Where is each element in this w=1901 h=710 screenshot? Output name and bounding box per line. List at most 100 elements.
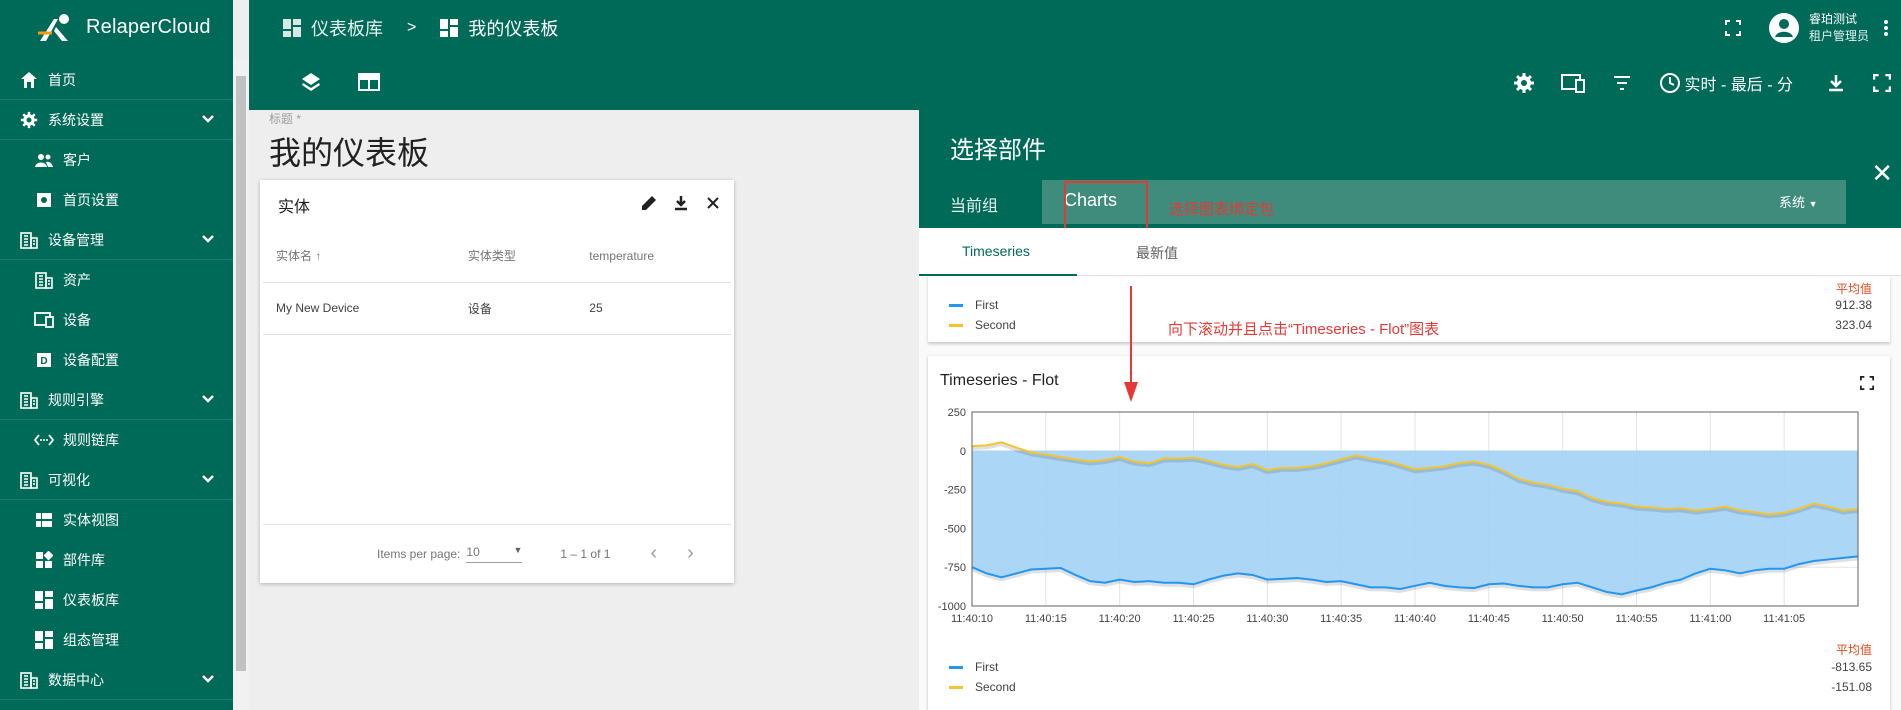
filter-icon[interactable] (1611, 72, 1633, 94)
sidebar-item[interactable]: 规则引擎 (0, 380, 233, 420)
timeseries-flot-card[interactable]: Timeseries - Flot 250 0 -250 -500 -750 -1000 1… (928, 356, 1890, 710)
column-header-temperature[interactable]: temperature (576, 230, 731, 283)
column-header-name[interactable]: 实体名 ↑ (263, 230, 455, 283)
dashboard-icon (33, 629, 55, 651)
sidebar-item[interactable]: 设备 (0, 300, 233, 340)
legend-item-first: First (949, 660, 998, 674)
cell-type: 设备 (454, 282, 577, 335)
home-icon (18, 69, 40, 91)
tab-latest-values[interactable]: 最新值 (1136, 243, 1178, 263)
building-icon (18, 389, 40, 411)
y-tick-label: -1000 (938, 601, 966, 613)
y-tick-label: -500 (944, 523, 966, 535)
legend-swatch (949, 685, 963, 689)
title-field-label: 标题 * (269, 112, 302, 126)
timewindow-button[interactable]: 实时 - 最后 - 分 (1659, 71, 1793, 95)
tab-timeseries[interactable]: Timeseries (962, 243, 1030, 259)
sidebar-item[interactable]: 组态管理 (0, 620, 233, 660)
dashboard-icon (283, 18, 301, 37)
sidebar-item[interactable]: 系统设置 (0, 100, 233, 140)
sidebar-item[interactable]: 规则链库 (0, 420, 233, 460)
items-per-page-label: Items per page: (377, 546, 461, 561)
dashboard-icon (33, 589, 55, 611)
sidebar-item-label: 组态管理 (63, 632, 119, 648)
system-dropdown[interactable]: 系统 ▼ (1779, 192, 1818, 211)
chevron-down-icon[interactable] (201, 232, 215, 249)
scrollbar-thumb[interactable] (236, 76, 246, 671)
entity-table: 实体名 ↑ 实体类型 temperature My New Device 设备 … (263, 230, 731, 335)
brand-logo[interactable]: RelaperCloud (0, 0, 233, 55)
chevron-down-icon: ▼ (1808, 199, 1818, 209)
user-info[interactable]: 睿珀测试 租户管理员 (1809, 11, 1869, 45)
sidebar-item-label: 客户 (63, 152, 91, 168)
building-icon (18, 669, 40, 691)
y-tick-label: 250 (948, 407, 966, 419)
sidebar-item[interactable]: 设备管理 (0, 220, 233, 260)
dashboard-title-input[interactable]: 我的仪表板 (269, 128, 429, 174)
fullscreen-icon[interactable] (1860, 376, 1874, 390)
legend-swatch (949, 665, 963, 669)
download-icon[interactable] (672, 194, 690, 212)
legend-value-first: -813.65 (1831, 660, 1872, 674)
close-icon[interactable]: ✕ (1871, 158, 1893, 189)
legend-value-first: 912.38 (1835, 298, 1872, 312)
user-role: 租户管理员 (1808, 28, 1869, 43)
sidebar: RelaperCloud 首页 系统设置 客户 首页设置 设备管理 资产 设备 D 设备配置 规则… (0, 0, 233, 710)
user-name: 睿珀测试 (1808, 11, 1857, 26)
items-per-page-value: 10 (466, 544, 480, 559)
tab-current-bundle[interactable]: 当前组 (950, 192, 998, 216)
close-icon[interactable] (704, 194, 722, 212)
breadcrumb-current: 我的仪表板 (468, 18, 559, 39)
sidebar-nav: 首页 系统设置客户首页设置 设备管理 资产 设备 D 设备配置 规则引擎 规则链库 可视化实体视图… (0, 60, 233, 700)
layout-icon[interactable] (358, 71, 380, 93)
legend-label: Second (975, 318, 1016, 332)
sidebar-item[interactable]: 首页设置 (0, 180, 233, 220)
edit-icon[interactable] (640, 194, 658, 212)
sidebar-item[interactable]: 仪表板库 (0, 580, 233, 620)
fullscreen-icon[interactable] (1724, 19, 1741, 36)
table-row[interactable]: My New Device 设备 25 (263, 282, 731, 335)
sidebar-item[interactable]: D 设备配置 (0, 340, 233, 380)
legend-value-second: -151.08 (1831, 680, 1872, 694)
panel-header: 选择部件 ✕ 当前组 Charts 选择图表绑定包 系统 ▼ (919, 110, 1901, 232)
more-vert-icon[interactable] (1883, 19, 1889, 37)
download-icon[interactable] (1825, 72, 1847, 94)
breadcrumb-dashboards-link[interactable]: 仪表板库 (311, 15, 383, 41)
layers-icon[interactable] (300, 71, 322, 93)
chevron-down-icon[interactable] (201, 472, 215, 489)
sidebar-item-label: 部件库 (63, 552, 105, 568)
widget-type-tabs: Timeseries 最新值 (919, 228, 1901, 276)
previous-page-icon[interactable]: ‹ (650, 542, 657, 565)
sidebar-item[interactable]: 首页 (0, 60, 233, 100)
sidebar-item[interactable]: 数据中心 (0, 660, 233, 700)
sidebar-item[interactable]: 实体视图 (0, 500, 233, 540)
sidebar-item-label: 仪表板库 (63, 592, 119, 608)
sidebar-item[interactable]: 资产 (0, 260, 233, 300)
sidebar-item[interactable]: 可视化 (0, 460, 233, 500)
legend-avg-header: 平均值 (1835, 282, 1872, 296)
annotation-arrow (1124, 286, 1138, 402)
sidebar-scrollbar[interactable] (233, 60, 249, 710)
breadcrumb: 仪表板库 > 我的仪表板 (283, 0, 558, 55)
legend-swatch (949, 303, 963, 307)
x-tick-label: 11:40:20 (1099, 613, 1141, 625)
y-tick-label: 0 (960, 446, 966, 458)
sidebar-item[interactable]: 部件库 (0, 540, 233, 580)
y-tick-label: -250 (944, 485, 966, 497)
chevron-down-icon[interactable] (201, 392, 215, 409)
sidebar-item-label: 实体视图 (63, 512, 119, 528)
sidebar-item[interactable]: 客户 (0, 140, 233, 180)
devices-icon[interactable] (1560, 72, 1585, 94)
chevron-down-icon[interactable] (201, 672, 215, 689)
chevron-down-icon[interactable] (201, 112, 215, 129)
next-page-icon[interactable]: › (687, 542, 694, 565)
x-tick-label: 11:40:10 (951, 613, 993, 625)
column-header-type[interactable]: 实体类型 (454, 230, 577, 283)
fullscreen-icon[interactable] (1873, 74, 1891, 92)
panel-title: 选择部件 (950, 137, 1046, 164)
items-per-page-select[interactable]: 10 ▼ (466, 544, 523, 563)
legend-label: First (975, 298, 999, 312)
settings-icon[interactable] (1513, 72, 1535, 94)
avatar-icon[interactable] (1768, 12, 1799, 43)
legend-item-first: First (949, 298, 998, 312)
